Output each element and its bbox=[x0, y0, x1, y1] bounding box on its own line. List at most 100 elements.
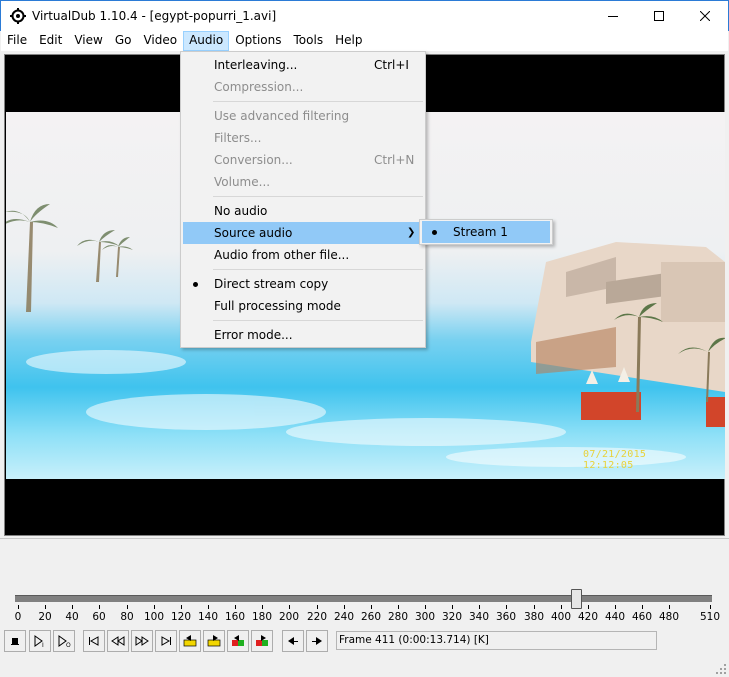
timeline-tick bbox=[344, 605, 345, 609]
submenu-item-stream-1[interactable]: Stream 1 bbox=[422, 221, 550, 243]
menu-item-label: Volume... bbox=[214, 175, 271, 189]
timeline-tick bbox=[99, 605, 100, 609]
start-icon bbox=[89, 636, 99, 646]
go-to-end-button[interactable] bbox=[155, 630, 177, 652]
timeline-tick bbox=[615, 605, 616, 609]
menu-edit[interactable]: Edit bbox=[33, 31, 68, 51]
menu-item-use-advanced-filtering[interactable]: Use advanced filtering bbox=[183, 105, 423, 127]
timeline-tick-label: 480 bbox=[658, 611, 680, 623]
maximize-button[interactable] bbox=[636, 1, 682, 31]
resize-grip-icon[interactable] bbox=[715, 663, 727, 675]
menu-audio[interactable]: Audio bbox=[183, 31, 230, 51]
menu-item-full-processing-mode[interactable]: Full processing mode bbox=[183, 295, 423, 317]
submenu-arrow-icon: ❯ bbox=[407, 227, 416, 238]
key-prev-icon bbox=[183, 635, 197, 647]
position-slider-thumb[interactable] bbox=[571, 589, 582, 609]
menu-item-label: Compression... bbox=[214, 80, 304, 94]
frame-status: Frame 411 (0:00:13.714) [K] bbox=[336, 631, 657, 650]
menu-item-label: No audio bbox=[214, 204, 268, 218]
timeline-tick-label: 240 bbox=[333, 611, 355, 623]
timeline-tick-label: 60 bbox=[92, 611, 106, 623]
timeline-tick bbox=[289, 605, 290, 609]
timeline-tick bbox=[235, 605, 236, 609]
menu-item-audio-from-other-file[interactable]: Audio from other file... bbox=[183, 244, 423, 266]
menu-item-label: Full processing mode bbox=[214, 299, 341, 313]
timeline-tick bbox=[452, 605, 453, 609]
mark-out-icon bbox=[312, 637, 322, 645]
timeline-tick-label: 420 bbox=[577, 611, 599, 623]
timeline-tick-label: 320 bbox=[441, 611, 463, 623]
menu-item-no-audio[interactable]: No audio bbox=[183, 200, 423, 222]
play-output-button[interactable]: O bbox=[53, 630, 75, 652]
source-audio-submenu: Stream 1 bbox=[419, 219, 553, 245]
menu-item-source-audio[interactable]: Source audio ❯ bbox=[183, 222, 423, 244]
menu-file[interactable]: File bbox=[1, 31, 33, 51]
timeline-tick-label: 340 bbox=[468, 611, 490, 623]
mark-in-button[interactable] bbox=[282, 630, 304, 652]
timeline-tick-label: 300 bbox=[414, 611, 436, 623]
next-scene-button[interactable] bbox=[251, 630, 273, 652]
prev-scene-button[interactable] bbox=[227, 630, 249, 652]
menu-item-compression[interactable]: Compression... bbox=[183, 76, 423, 98]
timeline-tick-label: 180 bbox=[251, 611, 273, 623]
next-keyframe-button[interactable] bbox=[203, 630, 225, 652]
fast-forward-icon bbox=[135, 636, 149, 646]
menu-item-label: Filters... bbox=[214, 131, 262, 145]
menu-tools[interactable]: Tools bbox=[288, 31, 330, 51]
menu-go[interactable]: Go bbox=[109, 31, 138, 51]
timeline-tick bbox=[398, 605, 399, 609]
timeline-tick-label: 200 bbox=[278, 611, 300, 623]
timeline-tick-label: 140 bbox=[197, 611, 219, 623]
timeline-tick-label: 20 bbox=[38, 611, 52, 623]
step-backward-button[interactable] bbox=[107, 630, 129, 652]
stop-icon bbox=[11, 638, 19, 645]
timeline-tick bbox=[45, 605, 46, 609]
window-title: VirtualDub 1.10.4 - [egypt-popurri_1.avi… bbox=[32, 9, 277, 23]
menu-item-label: Conversion... bbox=[214, 153, 293, 167]
pane-divider[interactable] bbox=[0, 538, 729, 539]
menu-item-label: Direct stream copy bbox=[214, 277, 329, 291]
virtualdub-app-icon[interactable] bbox=[10, 8, 26, 24]
menu-separator bbox=[213, 320, 423, 321]
step-forward-button[interactable] bbox=[131, 630, 153, 652]
menu-view[interactable]: View bbox=[68, 31, 108, 51]
timeline-tick bbox=[534, 605, 535, 609]
mark-out-button[interactable] bbox=[306, 630, 328, 652]
menu-item-label: Source audio bbox=[214, 226, 293, 240]
video-timestamp: 07/21/2015 12:12:05 bbox=[583, 449, 647, 471]
menu-item-interleaving[interactable]: Interleaving... Ctrl+I bbox=[183, 54, 423, 76]
menu-item-volume[interactable]: Volume... bbox=[183, 171, 423, 193]
scene-next-icon bbox=[256, 635, 268, 646]
timeline-tick-label: 280 bbox=[387, 611, 409, 623]
radio-bullet-icon bbox=[193, 282, 198, 287]
menu-item-filters[interactable]: Filters... bbox=[183, 127, 423, 149]
menu-item-conversion[interactable]: Conversion... Ctrl+N bbox=[183, 149, 423, 171]
timeline-tick bbox=[18, 605, 19, 609]
timeline-tick-label: 510 bbox=[699, 611, 721, 623]
menu-item-label: Stream 1 bbox=[453, 225, 508, 239]
timeline-tick bbox=[208, 605, 209, 609]
shortcut-label: Ctrl+N bbox=[374, 153, 415, 167]
rewind-icon bbox=[111, 636, 125, 646]
menu-help[interactable]: Help bbox=[329, 31, 368, 51]
menu-separator bbox=[213, 196, 423, 197]
menu-item-error-mode[interactable]: Error mode... bbox=[183, 324, 423, 346]
play-output-icon: O bbox=[58, 635, 71, 647]
menu-item-direct-stream-copy[interactable]: Direct stream copy bbox=[183, 273, 423, 295]
position-slider-track[interactable] bbox=[15, 595, 712, 602]
timeline-tick-label: 260 bbox=[360, 611, 382, 623]
close-button[interactable] bbox=[682, 1, 728, 31]
timeline-tick bbox=[72, 605, 73, 609]
menu-video[interactable]: Video bbox=[137, 31, 183, 51]
menu-options[interactable]: Options bbox=[229, 31, 287, 51]
timeline-tick bbox=[710, 605, 711, 609]
menu-separator bbox=[213, 101, 423, 102]
timeline-tick-label: 440 bbox=[604, 611, 626, 623]
timeline-tick-label: 460 bbox=[631, 611, 653, 623]
stop-button[interactable] bbox=[4, 630, 26, 652]
minimize-button[interactable] bbox=[590, 1, 636, 31]
go-to-start-button[interactable] bbox=[83, 630, 105, 652]
timeline-tick-label: 80 bbox=[120, 611, 134, 623]
play-input-button[interactable]: I bbox=[29, 630, 51, 652]
prev-keyframe-button[interactable] bbox=[179, 630, 201, 652]
